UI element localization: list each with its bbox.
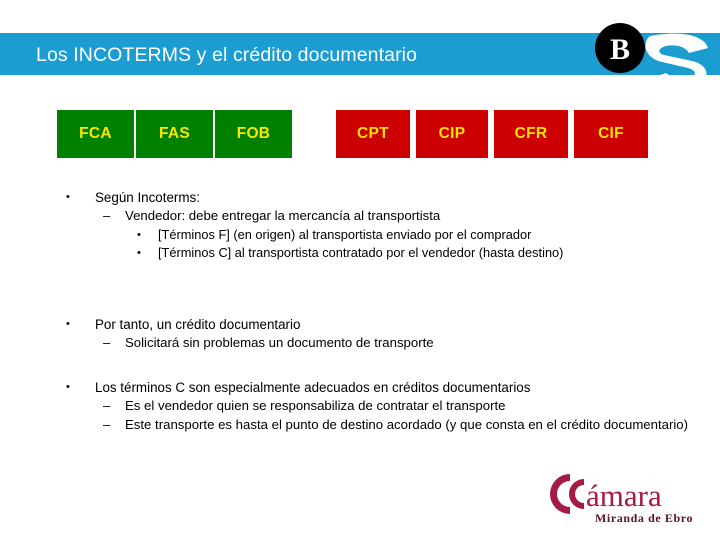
bullet-block: • Según Incoterms: – Vendedor: debe entrega… [0, 188, 700, 262]
bullet-line-level-3: • [Términos C] al transportista contratad… [0, 244, 700, 262]
incoterm-label: CPT [357, 125, 389, 142]
incoterm-label: CFR [514, 125, 548, 142]
bullet-line-level-2: – Es el vendedor quien se responsabiliza … [0, 397, 700, 416]
bullet-text: [Términos C] al transportista contratado… [158, 244, 564, 260]
incoterm-box-cpt[interactable]: CPT [336, 110, 410, 158]
bullet-line-level-2: – Vendedor: debe entregar la mercancía al… [0, 207, 700, 226]
bullet-block: • Los términos C son especialmente adecua… [0, 378, 700, 434]
incoterm-label: CIF [598, 125, 624, 142]
camara-logo: ámara Miranda de Ebro [539, 466, 711, 528]
bullet-line-level-1: • Por tanto, un crédito documentario [0, 315, 700, 334]
incoterm-box-fas[interactable]: FAS [136, 110, 213, 158]
page-title: Los INCOTERMS y el crédito documentario [36, 44, 418, 66]
incoterm-label: FCA [79, 125, 112, 142]
camara-subtitle: Miranda de Ebro [595, 511, 693, 525]
bullet-line-level-2: – Solicitará sin problemas un documento d… [0, 334, 700, 353]
bullet-line-level-2: – Este transporte es hasta el punto de de… [0, 416, 700, 435]
bullet-text: Este transporte es hasta el punto de des… [125, 416, 689, 432]
incoterm-box-cip[interactable]: CIP [416, 110, 488, 158]
bullet-line-level-3: • [Términos F] (en origen) al transportis… [0, 226, 700, 244]
bullet-text: Es el vendedor quien se responsabiliza d… [125, 398, 506, 413]
incoterm-box-cif[interactable]: CIF [574, 110, 648, 158]
bullet-text: Vendedor: debe entregar la mercancía al … [125, 208, 441, 223]
bullet-line-level-1: • Los términos C son especialmente adecua… [0, 378, 700, 397]
bullet-marker-icon: – [103, 416, 111, 432]
incoterm-box-fob[interactable]: FOB [215, 110, 292, 158]
bullet-text: Los términos C son especialmente adecuad… [95, 380, 531, 395]
bullet-marker-icon: – [103, 398, 111, 413]
incoterm-box-cfr[interactable]: CFR [494, 110, 568, 158]
incoterm-row: FCA FAS FOB CPT CIP CFR CIF [0, 110, 720, 158]
incoterm-label: FOB [236, 125, 271, 142]
brand-s-mark [645, 33, 708, 88]
svg-text:B: B [610, 33, 630, 66]
bullet-marker-icon: • [66, 191, 70, 203]
incoterm-box-fca[interactable]: FCA [57, 110, 134, 158]
bullet-marker-icon: • [137, 246, 141, 259]
bullet-line-level-1: • Según Incoterms: [0, 188, 700, 207]
bullet-block: • Por tanto, un crédito documentario – Soli… [0, 315, 700, 353]
camara-wordmark: ámara [586, 478, 662, 513]
camara-double-c-icon [550, 474, 584, 514]
slide-body: • Según Incoterms: – Vendedor: debe entrega… [0, 188, 720, 478]
incoterm-label: FAS [158, 125, 191, 142]
bullet-marker-icon: • [66, 381, 70, 393]
brand-b-badge: B [595, 23, 645, 73]
incoterm-label: CIP [438, 125, 466, 142]
bullet-text: Solicitará sin problemas un documento de… [125, 335, 434, 350]
bullet-text: Según Incoterms: [95, 190, 200, 205]
bullet-marker-icon: • [137, 228, 141, 241]
bullet-marker-icon: – [103, 208, 111, 223]
bullet-text: Por tanto, un crédito documentario [95, 317, 301, 332]
brand-logo: B [592, 22, 720, 88]
bullet-marker-icon: • [66, 318, 70, 330]
bullet-marker-icon: – [103, 335, 111, 350]
bullet-text: [Términos F] (en origen) al transportist… [158, 226, 532, 242]
